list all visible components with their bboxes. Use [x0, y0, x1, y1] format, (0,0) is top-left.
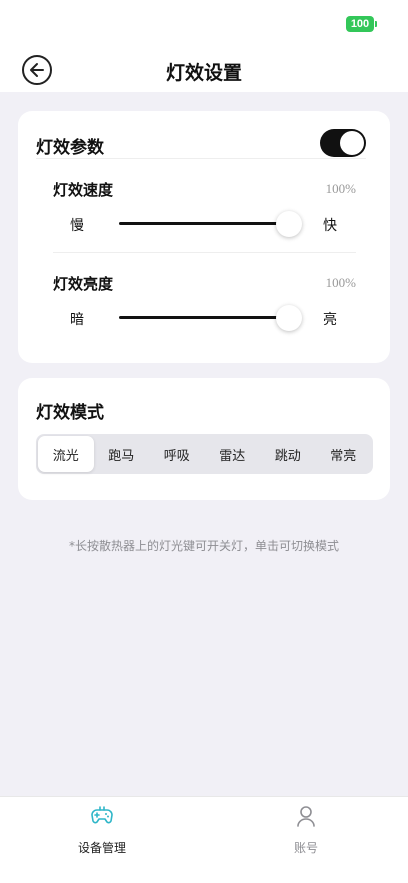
- tab-label-account: 账号: [293, 841, 318, 855]
- mode-option-liuguang[interactable]: 流光: [38, 436, 94, 472]
- light-mode-card: 灯效模式 流光 跑马 呼吸 雷达 跳动 常亮: [18, 378, 390, 500]
- divider: [36, 158, 366, 159]
- toggle-knob: [340, 131, 364, 155]
- brightness-max-label: 亮: [323, 312, 337, 328]
- light-params-card: 灯效参数 灯效速度 100% 慢 快 灯效亮度 100% 暗 亮: [18, 111, 390, 363]
- brightness-slider-track[interactable]: [119, 316, 289, 319]
- battery-indicator: 100: [346, 16, 374, 32]
- mode-segmented-control: 流光 跑马 呼吸 雷达 跳动 常亮: [36, 434, 373, 474]
- light-toggle[interactable]: [320, 129, 366, 157]
- light-mode-title: 灯效模式: [36, 403, 104, 423]
- battery-cap: [375, 21, 377, 27]
- mode-option-changliang[interactable]: 常亮: [316, 436, 372, 472]
- gamepad-icon: [91, 806, 113, 824]
- tab-bar: 设备管理 账号: [0, 796, 408, 883]
- speed-min-label: 慢: [70, 218, 84, 234]
- speed-max-label: 快: [323, 218, 337, 234]
- mode-option-paoma[interactable]: 跑马: [94, 436, 150, 472]
- brightness-label: 灯效亮度: [53, 275, 114, 293]
- speed-slider-thumb[interactable]: [276, 211, 302, 237]
- mode-option-huxi[interactable]: 呼吸: [149, 436, 205, 472]
- speed-slider-track[interactable]: [119, 222, 289, 225]
- brightness-value: 100%: [325, 275, 356, 290]
- tab-label-device-management: 设备管理: [77, 841, 126, 855]
- page-title: 灯效设置: [165, 62, 242, 84]
- speed-value: 100%: [325, 181, 356, 196]
- user-icon: [297, 806, 315, 827]
- mode-option-leida[interactable]: 雷达: [205, 436, 261, 472]
- light-params-title: 灯效参数: [36, 138, 104, 158]
- nav-bar: 灯效设置: [0, 48, 408, 92]
- brightness-min-label: 暗: [70, 312, 84, 328]
- brightness-slider-thumb[interactable]: [276, 305, 302, 331]
- speed-label: 灯效速度: [53, 181, 114, 199]
- divider: [53, 252, 356, 253]
- hint-text: *长按散热器上的灯光键可开关灯，单击可切换模式: [68, 539, 339, 553]
- tab-account[interactable]: 账号: [256, 805, 356, 856]
- mode-option-tiaodong[interactable]: 跳动: [260, 436, 316, 472]
- tab-device-management[interactable]: 设备管理: [52, 805, 152, 856]
- status-bar: 100: [0, 0, 408, 48]
